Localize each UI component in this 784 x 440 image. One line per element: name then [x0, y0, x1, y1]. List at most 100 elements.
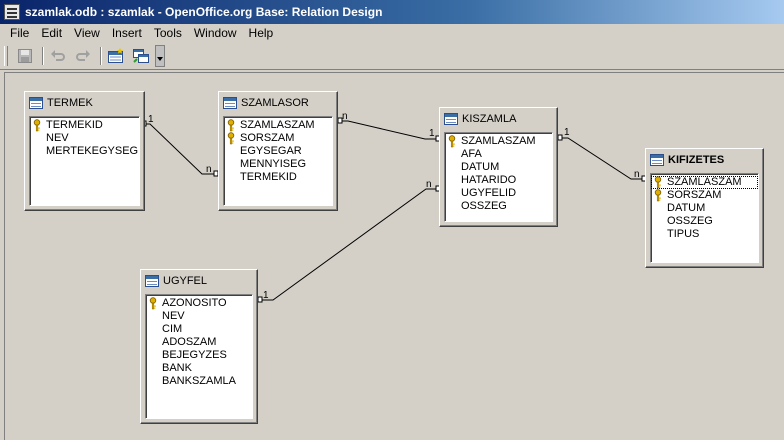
table-window-title[interactable]: TERMEK — [25, 92, 144, 114]
field-name: TERMEKID — [240, 171, 297, 183]
window-title: szamlak.odb : szamlak - OpenOffice.org B… — [25, 5, 383, 19]
field-name: SZAMLASZAM — [240, 119, 315, 131]
field-item[interactable]: BEJEGYZES — [146, 349, 252, 362]
field-list[interactable]: SZAMLASZAM AFA DATUM HATARIDO UGYFELID O… — [444, 132, 553, 222]
table-window-title[interactable]: UGYFEL — [141, 270, 257, 292]
field-name: DATUM — [461, 161, 500, 173]
toolbar-separator — [42, 47, 44, 65]
redo-icon — [76, 50, 90, 61]
field-name: BANK — [162, 362, 192, 374]
field-item[interactable]: DATUM — [651, 202, 758, 215]
table-window-kiszamla[interactable]: KISZAMLA SZAMLASZAM AFA DATUM HATARIDO U… — [439, 107, 558, 227]
save-icon — [18, 49, 32, 63]
cardinality-label: n — [426, 179, 432, 190]
field-item[interactable]: SZAMLASZAM — [445, 135, 552, 148]
field-name: TIPUS — [667, 228, 700, 240]
title-bar: szamlak.odb : szamlak - OpenOffice.org B… — [0, 0, 784, 24]
relation-line-szamlasor-kiszamla[interactable] — [341, 120, 438, 140]
cardinality-label: 1 — [263, 290, 269, 301]
table-window-kifizetes[interactable]: KIFIZETES SZAMLASZAM SORSZAM DATUM OSSZE… — [645, 148, 764, 268]
field-name: OSSZEG — [461, 200, 507, 212]
menu-insert[interactable]: Insert — [106, 26, 148, 40]
primary-key-icon — [227, 132, 235, 145]
field-item[interactable]: AZONOSITO — [146, 297, 252, 310]
relation-design-area[interactable]: 1 n n 1 1 n 1 n TERMEK TERMEKID NEV MERT… — [4, 72, 784, 440]
field-name: MENNYISEG — [240, 158, 307, 170]
field-name: BEJEGYZES — [162, 349, 227, 361]
cardinality-label: n — [342, 111, 348, 122]
primary-key-icon — [448, 135, 456, 148]
field-item[interactable]: TIPUS — [651, 228, 758, 241]
add-tables-icon — [133, 49, 149, 63]
toolbar-grip[interactable] — [4, 46, 8, 66]
field-name: UGYFELID — [461, 187, 517, 199]
table-icon — [444, 113, 458, 125]
table-window-title[interactable]: KIFIZETES — [646, 149, 763, 171]
redo-button[interactable] — [72, 45, 94, 67]
field-item[interactable]: OSSZEG — [445, 200, 552, 213]
relation-endpoint — [557, 134, 563, 141]
undo-button[interactable] — [47, 45, 69, 67]
field-item[interactable]: EGYSEGAR — [224, 145, 332, 158]
relation-line-kiszamla-kifizetes[interactable] — [561, 137, 644, 180]
table-icon — [145, 275, 159, 287]
menu-window[interactable]: Window — [188, 26, 243, 40]
add-tables-button[interactable] — [130, 45, 152, 67]
field-item[interactable]: UGYFELID — [445, 187, 552, 200]
table-window-title[interactable]: KISZAMLA — [440, 108, 557, 130]
menu-view[interactable]: View — [68, 26, 106, 40]
primary-key-icon — [654, 189, 662, 202]
field-list[interactable]: AZONOSITO NEV CIM ADOSZAM BEJEGYZES BANK… — [145, 294, 253, 419]
field-name: DATUM — [667, 202, 706, 214]
app-icon — [4, 4, 20, 20]
table-window-szamlasor[interactable]: SZAMLASOR SZAMLASZAM SORSZAM EGYSEGAR ME… — [218, 91, 338, 211]
table-name: SZAMLASOR — [241, 97, 309, 109]
cardinality-label: n — [206, 164, 212, 175]
field-item[interactable]: AFA — [445, 148, 552, 161]
table-icon — [650, 154, 664, 166]
table-window-ugyfel[interactable]: UGYFEL AZONOSITO NEV CIM ADOSZAM BEJEGYZ… — [140, 269, 258, 424]
table-window-title[interactable]: SZAMLASOR — [219, 92, 337, 114]
field-list[interactable]: SZAMLASZAM SORSZAM EGYSEGAR MENNYISEG TE… — [223, 116, 333, 206]
field-name: AFA — [461, 148, 482, 160]
field-item[interactable]: TERMEKID — [30, 119, 139, 132]
toolbar-separator — [100, 47, 102, 65]
field-item[interactable]: MERTEKEGYSEG — [30, 145, 139, 158]
field-name: BANKSZAMLA — [162, 375, 236, 387]
undo-icon — [51, 50, 65, 61]
menu-tools[interactable]: Tools — [148, 26, 188, 40]
field-item[interactable]: DATUM — [445, 161, 552, 174]
field-item[interactable]: BANK — [146, 362, 252, 375]
field-item[interactable]: MENNYISEG — [224, 158, 332, 171]
field-item[interactable]: NEV — [146, 310, 252, 323]
relation-endpoint — [257, 296, 263, 303]
field-item[interactable]: HATARIDO — [445, 174, 552, 187]
field-item[interactable]: SORSZAM — [224, 132, 332, 145]
table-name: UGYFEL — [163, 275, 208, 287]
field-item[interactable]: BANKSZAMLA — [146, 375, 252, 388]
menu-edit[interactable]: Edit — [35, 26, 68, 40]
menu-help[interactable]: Help — [243, 26, 280, 40]
new-relation-button[interactable] — [105, 45, 127, 67]
primary-key-icon — [227, 119, 235, 132]
field-item[interactable]: NEV — [30, 132, 139, 145]
field-item[interactable]: SORSZAM — [651, 189, 758, 202]
field-item[interactable]: CIM — [146, 323, 252, 336]
field-name: HATARIDO — [461, 174, 517, 186]
field-list[interactable]: SZAMLASZAM SORSZAM DATUM OSSZEG TIPUS — [650, 173, 759, 263]
field-item[interactable]: TERMEKID — [224, 171, 332, 184]
field-list[interactable]: TERMEKID NEV MERTEKEGYSEG — [29, 116, 140, 206]
menu-file[interactable]: File — [4, 26, 35, 40]
cardinality-label: 1 — [564, 127, 570, 138]
field-item[interactable]: SZAMLASZAM — [224, 119, 332, 132]
field-name: SZAMLASZAM — [667, 176, 742, 188]
table-window-termek[interactable]: TERMEK TERMEKID NEV MERTEKEGYSEG — [24, 91, 145, 211]
save-button[interactable] — [14, 45, 36, 67]
relation-line-termek-szamlasor[interactable] — [145, 123, 215, 175]
toolbar-options-dropdown[interactable] — [155, 45, 165, 67]
field-item[interactable]: OSSZEG — [651, 215, 758, 228]
field-name: ADOSZAM — [162, 336, 217, 348]
field-name: SZAMLASZAM — [461, 135, 536, 147]
field-item[interactable]: SZAMLASZAM — [651, 176, 758, 189]
field-item[interactable]: ADOSZAM — [146, 336, 252, 349]
